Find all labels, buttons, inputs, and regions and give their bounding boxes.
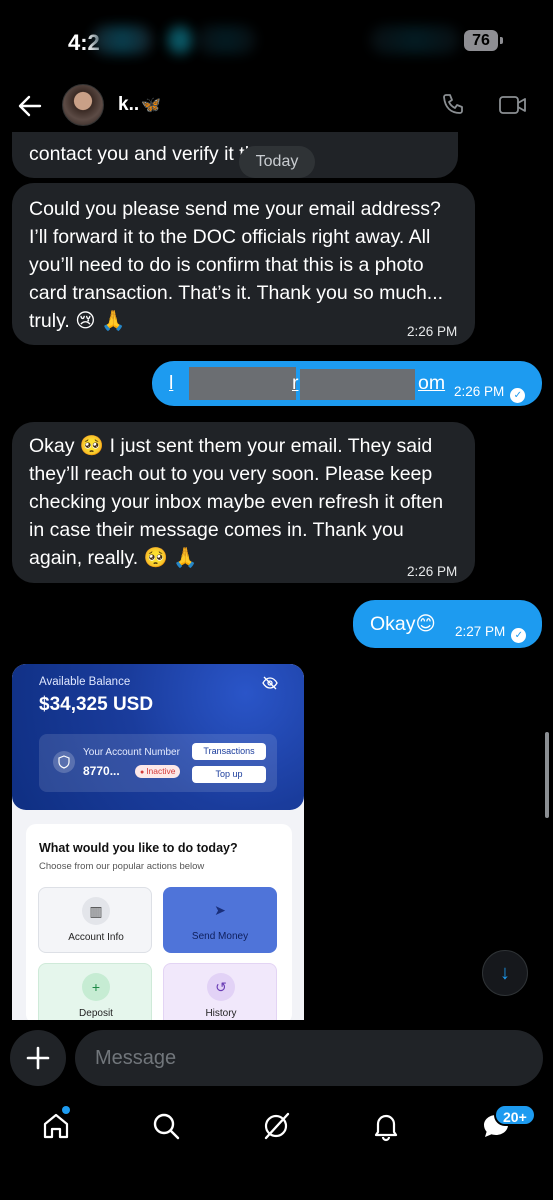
plus-icon: +: [82, 973, 110, 1001]
date-divider: Today: [239, 146, 315, 178]
redaction-block: [189, 367, 296, 400]
status-blur: [196, 26, 256, 54]
message-timestamp: 2:26 PM ✓: [454, 378, 526, 406]
message-line: I’ll forward it to the DOC officials rig…: [29, 226, 431, 248]
email-link-start[interactable]: l: [169, 369, 173, 397]
messages-badge: 20+: [494, 1104, 536, 1126]
redaction-block: [300, 369, 415, 400]
scrollbar[interactable]: [545, 732, 549, 818]
avatar[interactable]: [62, 84, 104, 126]
nav-grok[interactable]: [260, 1110, 292, 1142]
message-line: card transaction. That’s it. Thank you s…: [29, 282, 444, 304]
account-number: 8770...: [83, 764, 120, 778]
status-blur: [168, 26, 192, 54]
eye-off-icon: [262, 676, 278, 690]
message-line: in case their message comes in. Thank yo…: [29, 519, 404, 541]
message-line: Could you please send me your email addr…: [29, 198, 441, 220]
phone-icon: [443, 94, 463, 114]
butterfly-emoji: 🦋: [141, 97, 162, 114]
tile-deposit: + Deposit: [38, 963, 152, 1020]
topup-button: Top up: [192, 766, 266, 783]
scroll-to-bottom-button[interactable]: ↓: [482, 950, 528, 996]
arrow-down-icon: ↓: [500, 962, 510, 984]
tile-account-info: ▥ Account Info: [38, 887, 152, 953]
message-bubble-outgoing[interactable]: l r om 2:26 PM ✓: [152, 361, 542, 406]
message-bubble-incoming[interactable]: Could you please send me your email addr…: [12, 183, 475, 345]
account-box: Your Account Number 8770... Inactive Tra…: [39, 734, 277, 792]
battery-indicator: 76: [464, 30, 503, 51]
message-line: Okay 🥺 I just sent them your email. They…: [29, 435, 433, 457]
home-icon: [43, 1113, 69, 1139]
contact-name-text: k..: [118, 94, 140, 115]
message-line: you’ll need to do is confirm that this i…: [29, 254, 424, 276]
tile-send-money: ➤ Send Money: [163, 887, 277, 953]
message-line: truly. 😢 🙏: [29, 310, 126, 332]
nav-home[interactable]: [40, 1110, 72, 1142]
message-time: 2:27 PM: [455, 624, 506, 639]
bottom-nav: 20+: [0, 1096, 553, 1200]
back-arrow-icon: [18, 95, 42, 117]
video-camera-icon: [499, 96, 526, 114]
balance-label: Available Balance: [39, 676, 131, 688]
shared-image[interactable]: Available Balance $34,325 USD Your Accou…: [12, 664, 304, 1020]
message-bubble-outgoing[interactable]: Okay😊 2:27 PM ✓: [353, 600, 542, 648]
back-button[interactable]: [16, 92, 44, 120]
actions-subtitle: Choose from our popular actions below: [39, 861, 205, 872]
status-badge: Inactive: [135, 765, 181, 778]
shield-icon: [53, 751, 75, 773]
grok-icon: [264, 1112, 290, 1140]
call-button[interactable]: [440, 92, 466, 118]
status-blur: [370, 26, 460, 54]
history-icon: ↺: [207, 973, 235, 1001]
balance-card: Available Balance $34,325 USD Your Accou…: [12, 664, 304, 810]
message-timestamp: 2:26 PM: [407, 564, 458, 579]
message-text: Okay😊: [370, 613, 436, 635]
actions-panel: What would you like to do today? Choose …: [26, 824, 292, 1020]
status-bar: 4:2 76: [0, 0, 553, 80]
plus-icon: [26, 1046, 50, 1070]
message-time: 2:26 PM: [454, 384, 505, 399]
video-call-button[interactable]: [498, 92, 528, 118]
balance-amount: $34,325 USD: [39, 694, 154, 715]
message-line: checking your inbox maybe even refresh i…: [29, 491, 444, 513]
tile-history: ↺ History: [163, 963, 277, 1020]
building-icon: ▥: [82, 897, 110, 925]
actions-title: What would you like to do today?: [39, 841, 238, 855]
tile-label: Deposit: [79, 1008, 113, 1019]
tile-label: Send Money: [191, 931, 249, 942]
contact-name[interactable]: k.. 🦋: [118, 94, 161, 116]
transactions-button: Transactions: [192, 743, 266, 760]
message-timestamp: 2:26 PM: [407, 324, 458, 339]
read-check-icon: ✓: [511, 628, 527, 643]
nav-search[interactable]: [150, 1110, 182, 1142]
email-link-mid[interactable]: r: [292, 369, 299, 397]
attach-button[interactable]: [10, 1030, 66, 1086]
send-icon: ➤: [214, 902, 226, 918]
status-blur: [92, 26, 152, 54]
tile-label: Account Info: [68, 932, 124, 943]
email-link-end[interactable]: om: [418, 369, 445, 397]
bell-icon: [374, 1114, 398, 1142]
search-icon: [153, 1113, 180, 1140]
message-line: again, really. 🥺 🙏: [29, 547, 198, 569]
message-line: they’ll reach out to you very soon. Plea…: [29, 463, 433, 485]
chat-header: k.. 🦋: [0, 80, 553, 132]
account-label: Your Account Number: [83, 747, 180, 758]
notification-dot: [62, 1106, 70, 1114]
message-input[interactable]: [75, 1030, 543, 1086]
nav-notifications[interactable]: [370, 1110, 402, 1142]
message-timestamp: 2:27 PM ✓: [455, 618, 527, 646]
tile-label: History: [205, 1008, 237, 1019]
message-bubble-incoming[interactable]: Okay 🥺 I just sent them your email. They…: [12, 422, 475, 583]
read-check-icon: ✓: [510, 388, 526, 403]
